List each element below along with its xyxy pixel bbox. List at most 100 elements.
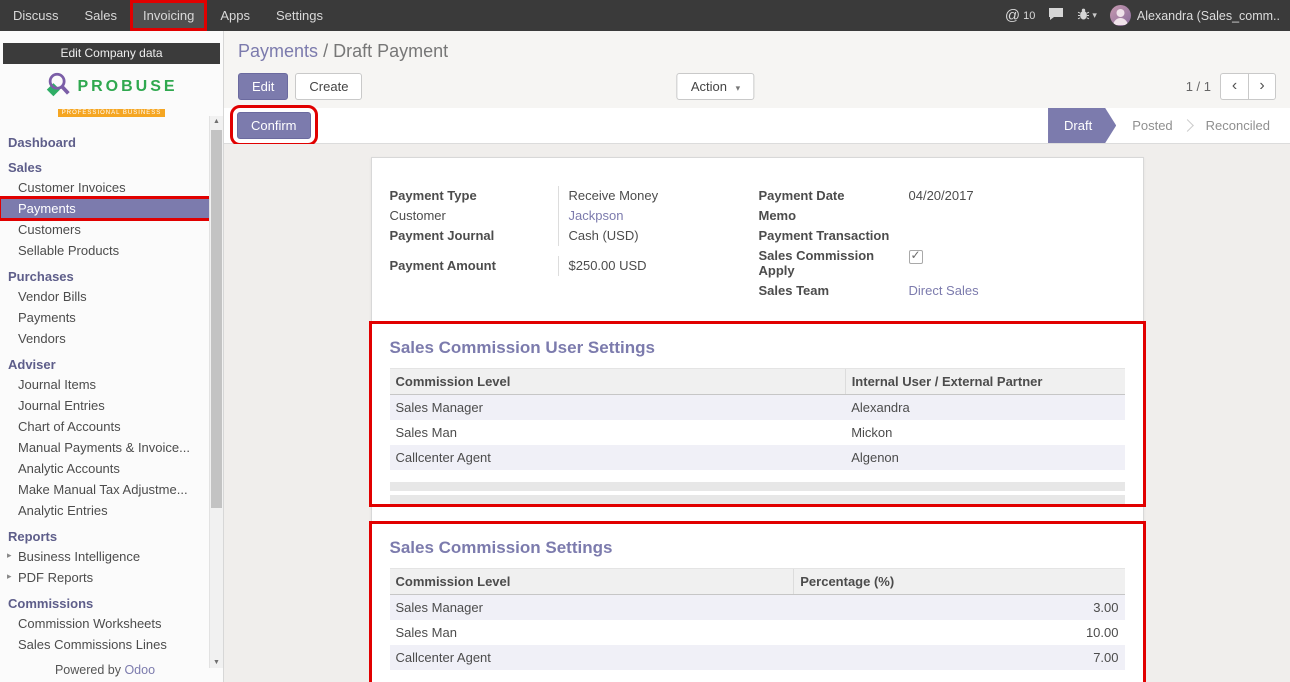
sidebar-item-pdf-reports[interactable]: ▸ PDF Reports <box>0 567 210 588</box>
empty-stripe <box>390 482 1125 491</box>
menu-apps[interactable]: Apps <box>207 0 263 31</box>
sidebar-item-vendor-bills[interactable]: Vendor Bills <box>0 286 210 307</box>
odoo-link[interactable]: Odoo <box>124 663 155 677</box>
column-percentage[interactable]: Percentage (%) <box>794 569 1125 595</box>
menu-discuss[interactable]: Discuss <box>0 0 72 31</box>
breadcrumb: Payments / Draft Payment <box>238 41 1276 62</box>
company-logo: PROBUSE PROFESSIONAL BUSINESS <box>0 64 223 123</box>
menu-settings[interactable]: Settings <box>263 0 336 31</box>
avatar <box>1110 5 1131 26</box>
pager-previous-button[interactable]: ‹ <box>1220 73 1248 100</box>
sidebar-scrollbar[interactable]: ▲ ▼ <box>209 116 223 668</box>
field-customer: Customer Jackpson <box>390 206 750 226</box>
breadcrumb-payments-link[interactable]: Payments <box>238 41 318 61</box>
table-row[interactable]: Callcenter Agent 7.00 <box>390 645 1125 670</box>
breadcrumb-separator: / <box>323 41 328 61</box>
expand-icon: ▸ <box>7 571 12 582</box>
sidebar-item-manual-payments-invoice[interactable]: Manual Payments & Invoice... <box>0 437 210 458</box>
pager-next-button[interactable]: › <box>1248 73 1276 100</box>
scroll-down-icon[interactable]: ▼ <box>210 659 223 666</box>
field-label: Sales Team <box>759 281 899 301</box>
field-payment-type: Payment Type Receive Money <box>390 186 750 206</box>
sidebar-item-business-intelligence[interactable]: ▸ Business Intelligence <box>0 546 210 567</box>
form-sheet: Payment Type Receive Money Customer Jack… <box>371 157 1144 682</box>
field-memo: Memo <box>759 206 1125 226</box>
messages-menu[interactable] <box>1048 7 1064 24</box>
pager: 1 / 1 ‹ › <box>1186 73 1276 100</box>
sidebar-item-analytic-entries[interactable]: Analytic Entries <box>0 500 210 521</box>
menu-sales[interactable]: Sales <box>72 0 131 31</box>
sidebar-item-customer-invoices[interactable]: Customer Invoices <box>0 177 210 198</box>
field-label: Payment Date <box>759 186 899 206</box>
sidebar-item-analytic-accounts[interactable]: Analytic Accounts <box>0 458 210 479</box>
status-draft[interactable]: Draft <box>1048 108 1116 143</box>
sidebar-item-journal-entries[interactable]: Journal Entries <box>0 395 210 416</box>
field-label: Customer <box>390 206 558 226</box>
sidebar-heading-adviser[interactable]: Adviser <box>0 353 210 374</box>
logo-tagline: PROFESSIONAL BUSINESS <box>58 109 165 117</box>
field-label: Payment Journal <box>390 226 558 246</box>
create-button[interactable]: Create <box>295 73 362 100</box>
column-internal-user[interactable]: Internal User / External Partner <box>845 369 1124 395</box>
sidebar-heading-purchases[interactable]: Purchases <box>0 265 210 286</box>
sidebar-heading-commissions[interactable]: Commissions <box>0 592 210 613</box>
cell-commission-level: Sales Man <box>390 420 846 445</box>
sidebar-heading-reports[interactable]: Reports <box>0 525 210 546</box>
edit-button[interactable]: Edit <box>238 73 288 100</box>
payment-form: Payment Type Receive Money Customer Jack… <box>390 186 1125 301</box>
powered-by-text: Powered by <box>55 663 121 677</box>
payment-transaction-value <box>899 226 1125 246</box>
user-menu[interactable]: Alexandra (Sales_comm.. <box>1110 5 1280 26</box>
confirm-button[interactable]: Confirm <box>237 112 311 139</box>
field-payment-date: Payment Date 04/20/2017 <box>759 186 1125 206</box>
mention-icon: @ <box>1005 7 1020 24</box>
status-reconciled[interactable]: Reconciled <box>1190 108 1286 143</box>
column-commission-level[interactable]: Commission Level <box>390 569 794 595</box>
sidebar-heading-sales[interactable]: Sales <box>0 156 210 177</box>
section-title: Sales Commission User Settings <box>390 338 1125 358</box>
sidebar-item-payments-purchases[interactable]: Payments <box>0 307 210 328</box>
sidebar-item-customers[interactable]: Customers <box>0 219 210 240</box>
scroll-up-icon[interactable]: ▲ <box>210 118 223 125</box>
sales-team-link[interactable]: Direct Sales <box>909 283 979 298</box>
payment-date-value: 04/20/2017 <box>899 186 1125 206</box>
sidebar-item-chart-of-accounts[interactable]: Chart of Accounts <box>0 416 210 437</box>
status-posted[interactable]: Posted <box>1116 108 1188 143</box>
table-row[interactable]: Sales Man 10.00 <box>390 620 1125 645</box>
table-row[interactable]: Sales Manager Alexandra <box>390 395 1125 421</box>
sidebar-item-payments-sales[interactable]: Payments <box>0 198 210 219</box>
memo-value <box>899 206 1125 226</box>
payment-type-value: Receive Money <box>558 186 750 206</box>
bug-icon <box>1077 8 1090 24</box>
field-label: Payment Type <box>390 186 558 206</box>
table-header-row: Commission Level Internal User / Externa… <box>390 369 1125 395</box>
sidebar-item-vendors[interactable]: Vendors <box>0 328 210 349</box>
table-row[interactable]: Sales Man Mickon <box>390 420 1125 445</box>
edit-company-button[interactable]: Edit Company data <box>3 43 220 64</box>
user-settings-table: Commission Level Internal User / Externa… <box>390 368 1125 470</box>
sales-commission-settings-section: Sales Commission Settings Commission Lev… <box>372 524 1143 682</box>
scrollbar-thumb[interactable] <box>211 130 222 508</box>
sidebar: Edit Company data PROBUSE PROFESSIONAL B… <box>0 31 224 682</box>
menu-invoicing[interactable]: Invoicing <box>130 0 207 31</box>
cell-commission-level: Callcenter Agent <box>390 445 846 470</box>
sidebar-item-sellable-products[interactable]: Sellable Products <box>0 240 210 261</box>
column-commission-level[interactable]: Commission Level <box>390 369 846 395</box>
sidebar-item-sales-commissions-lines[interactable]: Sales Commissions Lines <box>0 634 210 655</box>
table-row[interactable]: Sales Manager 3.00 <box>390 595 1125 621</box>
debug-menu[interactable]: ▾ <box>1077 8 1097 24</box>
logo-text: PROBUSE <box>77 78 177 96</box>
sidebar-item-journal-items[interactable]: Journal Items <box>0 374 210 395</box>
sales-commission-apply-checkbox[interactable]: ✓ <box>909 250 923 264</box>
control-panel: Payments / Draft Payment Edit Create Act… <box>224 31 1290 108</box>
customer-link[interactable]: Jackpson <box>569 208 624 223</box>
sidebar-item-make-manual-tax-adjustment[interactable]: Make Manual Tax Adjustme... <box>0 479 210 500</box>
activities-menu[interactable]: @ 10 <box>1005 7 1035 24</box>
table-header-row: Commission Level Percentage (%) <box>390 569 1125 595</box>
sidebar-item-commission-worksheets[interactable]: Commission Worksheets <box>0 613 210 634</box>
table-row[interactable]: Callcenter Agent Algenon <box>390 445 1125 470</box>
action-dropdown-button[interactable]: Action ▾ <box>677 73 754 100</box>
magnifier-logo-icon <box>45 71 73 102</box>
sidebar-heading-dashboard[interactable]: Dashboard <box>0 131 210 152</box>
field-payment-amount: Payment Amount $250.00 USD <box>390 256 750 276</box>
